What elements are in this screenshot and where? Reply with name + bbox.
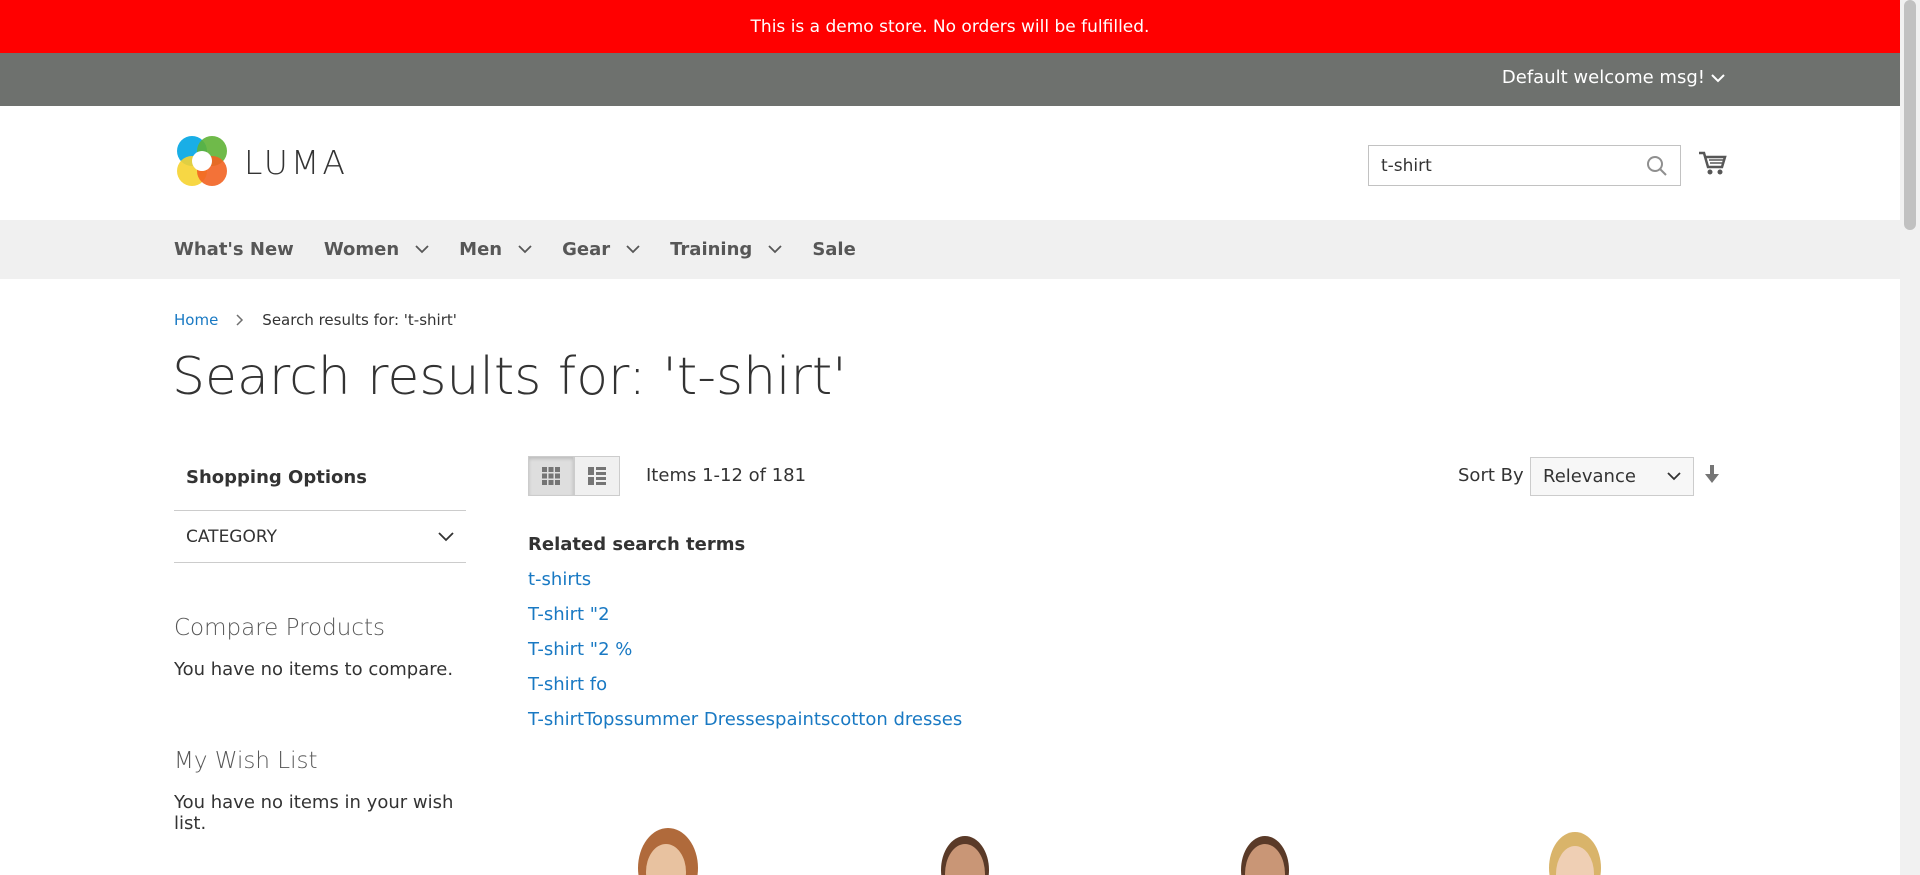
- nav-item-women[interactable]: Women: [324, 239, 429, 260]
- search-icon[interactable]: [1646, 155, 1668, 177]
- compare-empty-text: You have no items to compare.: [174, 659, 454, 680]
- luma-logo-icon: [177, 136, 227, 186]
- search-input[interactable]: [1381, 155, 1646, 176]
- related-search-terms-title: Related search terms: [528, 534, 746, 555]
- related-term-link[interactable]: T-shirt "2: [528, 604, 962, 625]
- product-image[interactable]: [598, 820, 728, 875]
- nav-item-whats-new[interactable]: What's New: [174, 239, 294, 260]
- page-scrollbar[interactable]: [1900, 0, 1920, 875]
- chevron-down-icon: [1711, 73, 1725, 82]
- product-image[interactable]: [1203, 820, 1333, 875]
- chevron-down-icon: [518, 245, 532, 254]
- product-grid: [528, 820, 1728, 875]
- shopping-options-title: Shopping Options: [174, 455, 466, 511]
- demo-notice-text: This is a demo store. No orders will be …: [750, 16, 1150, 37]
- breadcrumb-home[interactable]: Home: [174, 311, 218, 329]
- nav-item-gear[interactable]: Gear: [562, 239, 640, 260]
- related-search-terms: Related search terms t-shirts T-shirt "2…: [528, 534, 962, 744]
- site-header: LUMA: [0, 106, 1900, 220]
- nav-label: Men: [459, 239, 503, 260]
- logo-text: LUMA: [244, 142, 348, 182]
- welcome-text: Default welcome msg!: [1501, 67, 1705, 88]
- sort-by-label: Sort By: [1458, 465, 1524, 486]
- wish-list-title: My Wish List: [174, 748, 318, 774]
- chevron-down-icon: [626, 245, 640, 254]
- product-image[interactable]: [903, 820, 1033, 875]
- panel-header: Default welcome msg!: [0, 53, 1900, 106]
- products-toolbar: Items 1-12 of 181 Sort By Relevance: [528, 456, 1728, 496]
- nav-label: Sale: [812, 239, 856, 260]
- nav-label: Women: [323, 239, 400, 260]
- page-title: Search results for: 't-shirt': [172, 347, 847, 407]
- nav-label: Gear: [562, 239, 611, 260]
- search-box: [1368, 145, 1681, 186]
- related-term-link[interactable]: T-shirt fo: [528, 674, 962, 695]
- view-modes: [528, 456, 620, 496]
- cart-icon[interactable]: [1697, 148, 1727, 178]
- sort-by-select[interactable]: Relevance: [1530, 457, 1694, 496]
- demo-notice: This is a demo store. No orders will be …: [0, 0, 1900, 53]
- list-view-button[interactable]: [574, 456, 620, 496]
- category-label: CATEGORY: [186, 526, 277, 547]
- related-term-link[interactable]: t-shirts: [528, 569, 962, 590]
- nav-item-training[interactable]: Training: [670, 239, 782, 260]
- breadcrumb: Home Search results for: 't-shirt': [174, 311, 457, 329]
- list-icon: [588, 467, 606, 485]
- nav-item-sale[interactable]: Sale: [812, 239, 856, 260]
- nav-label: What's New: [174, 239, 294, 260]
- welcome-dropdown[interactable]: Default welcome msg!: [1502, 67, 1725, 88]
- chevron-down-icon: [768, 245, 782, 254]
- main-nav: What's New Women Men Gear Training Sale: [0, 220, 1900, 279]
- breadcrumb-current: Search results for: 't-shirt': [262, 311, 457, 329]
- grid-view-button[interactable]: [528, 456, 574, 496]
- chevron-down-icon: [415, 245, 429, 254]
- nav-label: Training: [670, 239, 753, 260]
- sort-by-value: Relevance: [1543, 466, 1636, 487]
- wish-list-empty-text: You have no items in your wish list.: [174, 792, 454, 834]
- sort-direction-arrow-icon[interactable]: [1704, 464, 1720, 484]
- chevron-down-icon: [1667, 472, 1681, 481]
- chevron-right-icon: [236, 314, 244, 326]
- sidebar: Shopping Options CATEGORY Compare Produc…: [174, 455, 466, 834]
- logo[interactable]: LUMA: [174, 133, 348, 191]
- grid-icon: [542, 467, 560, 485]
- related-term-link[interactable]: T-shirtTopssummer Dressespaintscotton dr…: [528, 709, 962, 730]
- scrollbar-thumb[interactable]: [1904, 0, 1916, 230]
- compare-products-title: Compare Products: [174, 615, 385, 641]
- category-filter[interactable]: CATEGORY: [174, 511, 466, 563]
- chevron-down-icon: [438, 531, 454, 541]
- nav-item-men[interactable]: Men: [459, 239, 532, 260]
- product-image[interactable]: [1513, 820, 1643, 875]
- toolbar-amount: Items 1-12 of 181: [646, 465, 807, 486]
- related-term-link[interactable]: T-shirt "2 %: [528, 639, 962, 660]
